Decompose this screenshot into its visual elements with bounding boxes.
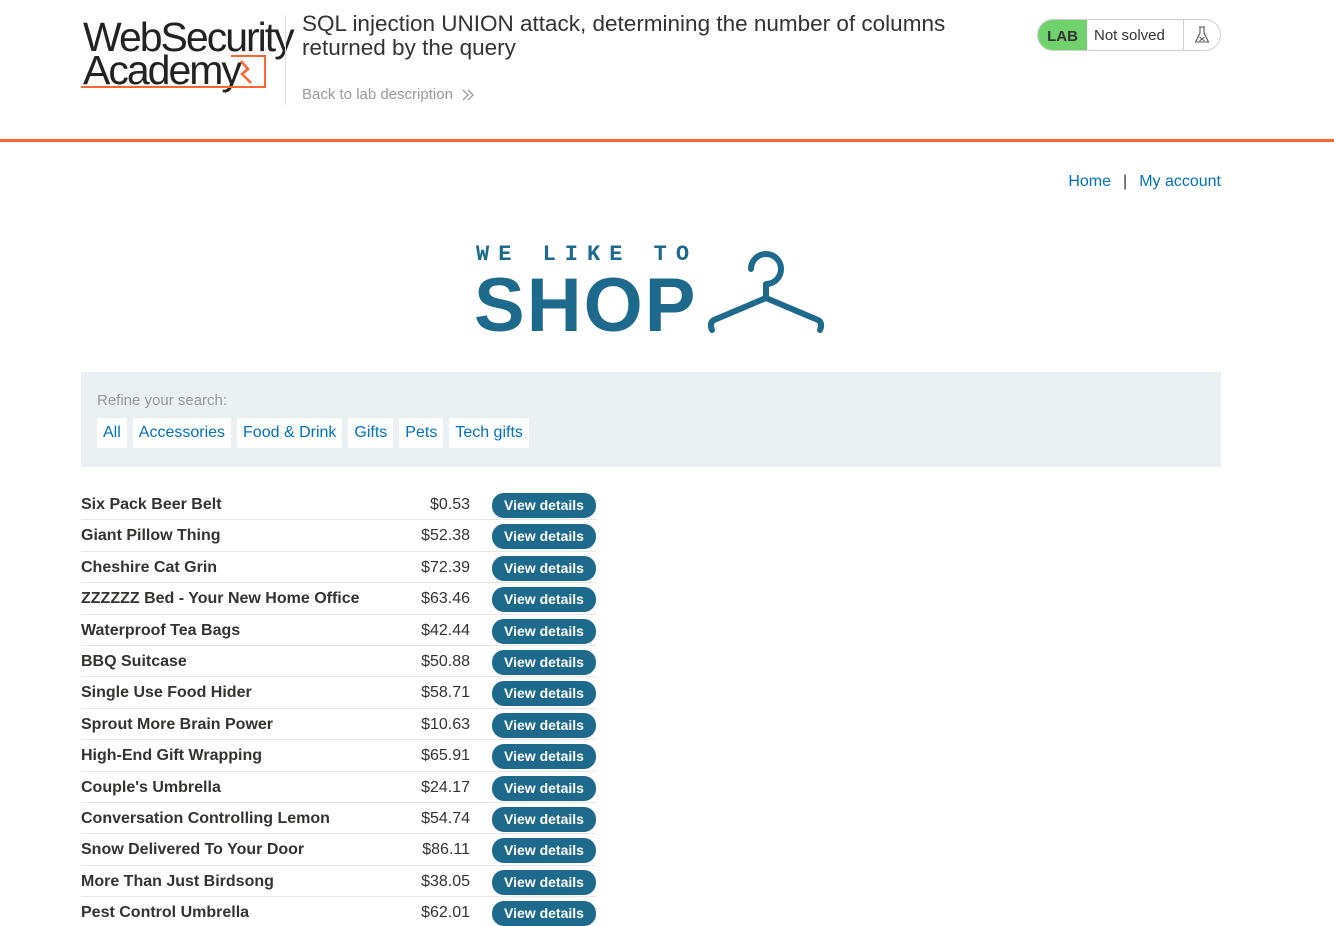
product-name: Cheshire Cat Grin — [81, 558, 218, 576]
product-price: $52.38 — [421, 527, 470, 545]
shop-banner: WE LIKE TO SHOP — [474, 240, 834, 344]
filter-label: Refine your search: — [97, 392, 228, 409]
table-row: Giant Pillow Thing $52.38 View details — [81, 520, 596, 552]
double-chevron-right-icon — [462, 89, 474, 100]
product-name: More Than Just Birdsong — [81, 872, 274, 890]
product-price: $72.39 — [421, 558, 470, 576]
product-name: Sprout More Brain Power — [81, 715, 274, 733]
table-row: Couple's Umbrella $24.17 View details — [81, 772, 596, 803]
product-name: BBQ Suitcase — [81, 652, 187, 670]
banner-shop-text: SHOP — [474, 263, 698, 348]
lab-title: SQL injection UNION attack, determining … — [302, 11, 946, 60]
my-account-link[interactable]: My account — [1139, 173, 1221, 191]
table-row: High-End Gift Wrapping $65.91 View details — [81, 740, 596, 772]
product-name: Pest Control Umbrella — [81, 904, 250, 922]
table-row: Six Pack Beer Belt $0.53 View details — [81, 489, 596, 521]
logo-lightning-icon — [81, 55, 266, 88]
hanger-icon — [707, 251, 825, 333]
table-row: More Than Just Birdsong $38.05 View detail… — [81, 866, 596, 898]
filter-pets[interactable]: Pets — [399, 418, 444, 448]
product-price: $63.46 — [421, 590, 470, 608]
table-row: Snow Delivered To Your Door $86.11 View de… — [81, 834, 596, 866]
product-name: Conversation Controlling Lemon — [81, 809, 330, 827]
table-row: Pest Control Umbrella $62.01 View details — [81, 897, 596, 926]
view-details-button[interactable]: View details — [492, 744, 596, 770]
table-row: ZZZZZZ Bed - Your New Home Office $63.46 V… — [81, 583, 596, 615]
back-to-lab-description-link[interactable]: Back to lab description — [302, 86, 475, 103]
table-row: Single Use Food Hider $58.71 View details — [81, 677, 596, 709]
product-name: ZZZZZZ Bed - Your New Home Office — [81, 590, 360, 608]
flask-icon — [1184, 20, 1220, 50]
product-name: Six Pack Beer Belt — [81, 496, 222, 513]
product-price: $42.44 — [421, 621, 470, 639]
header-divider — [285, 15, 286, 105]
table-row: Conversation Controlling Lemon $54.74 View… — [81, 803, 596, 835]
back-link-label: Back to lab description — [302, 86, 453, 103]
view-details-button[interactable]: View details — [492, 838, 596, 864]
product-name: Waterproof Tea Bags — [81, 621, 241, 639]
product-name: Couple's Umbrella — [81, 778, 221, 796]
filter-all[interactable]: All — [97, 418, 127, 448]
product-price: $86.11 — [422, 841, 470, 859]
product-price: $0.53 — [429, 496, 470, 513]
view-details-button[interactable]: View details — [492, 681, 596, 707]
product-price: $58.71 — [421, 684, 470, 702]
table-row: BBQ Suitcase $50.88 View details — [81, 646, 596, 678]
view-details-button[interactable]: View details — [492, 869, 596, 895]
filter-tech-gifts[interactable]: Tech gifts — [449, 418, 529, 448]
view-details-button[interactable]: View details — [492, 901, 596, 926]
product-price: $50.88 — [421, 652, 470, 670]
product-price: $24.17 — [421, 778, 470, 796]
product-table: Six Pack Beer Belt $0.53 View details Giant… — [81, 489, 596, 926]
product-price: $65.91 — [421, 747, 470, 765]
lab-status-widget: LAB Not solved — [1037, 19, 1221, 51]
product-name: Single Use Food Hider — [81, 684, 252, 702]
search-filter: Refine your search: All Accessories Food… — [81, 372, 1221, 467]
view-details-button[interactable]: View details — [492, 493, 596, 518]
view-details-button[interactable]: View details — [492, 712, 596, 738]
filter-accessories[interactable]: Accessories — [132, 418, 232, 448]
view-details-button[interactable]: View details — [492, 806, 596, 832]
table-row: Sprout More Brain Power $10.63 View detail… — [81, 709, 596, 741]
lab-status-text: Not solved — [1087, 20, 1184, 50]
product-name: High-End Gift Wrapping — [81, 747, 263, 765]
top-nav: Home | My account — [1068, 173, 1221, 191]
product-price: $38.05 — [421, 872, 470, 890]
table-row: Waterproof Tea Bags $42.44 View details — [81, 615, 596, 646]
view-details-button[interactable]: View details — [492, 587, 596, 613]
table-row: Cheshire Cat Grin $72.39 View details — [81, 552, 596, 584]
product-price: $62.01 — [421, 904, 470, 922]
view-details-button[interactable]: View details — [492, 555, 596, 581]
view-details-button[interactable]: View details — [492, 775, 596, 801]
view-details-button[interactable]: View details — [492, 524, 596, 550]
lab-header: WebSecurity Academy SQL injection UNION … — [0, 0, 1334, 142]
home-link[interactable]: Home — [1068, 173, 1111, 191]
product-price: $54.74 — [421, 809, 470, 827]
web-security-academy-logo[interactable]: WebSecurity Academy — [81, 17, 295, 91]
lab-badge: LAB — [1038, 20, 1087, 50]
product-name: Snow Delivered To Your Door — [81, 841, 305, 859]
view-details-button[interactable]: View details — [492, 618, 596, 644]
product-name: Giant Pillow Thing — [81, 527, 221, 545]
product-price: $10.63 — [421, 715, 470, 733]
filter-categories: All Accessories Food & Drink Gifts Pets … — [97, 418, 529, 448]
filter-gifts[interactable]: Gifts — [348, 418, 394, 448]
view-details-button[interactable]: View details — [492, 649, 596, 675]
filter-food-drink[interactable]: Food & Drink — [237, 418, 343, 448]
nav-separator: | — [1123, 173, 1128, 190]
